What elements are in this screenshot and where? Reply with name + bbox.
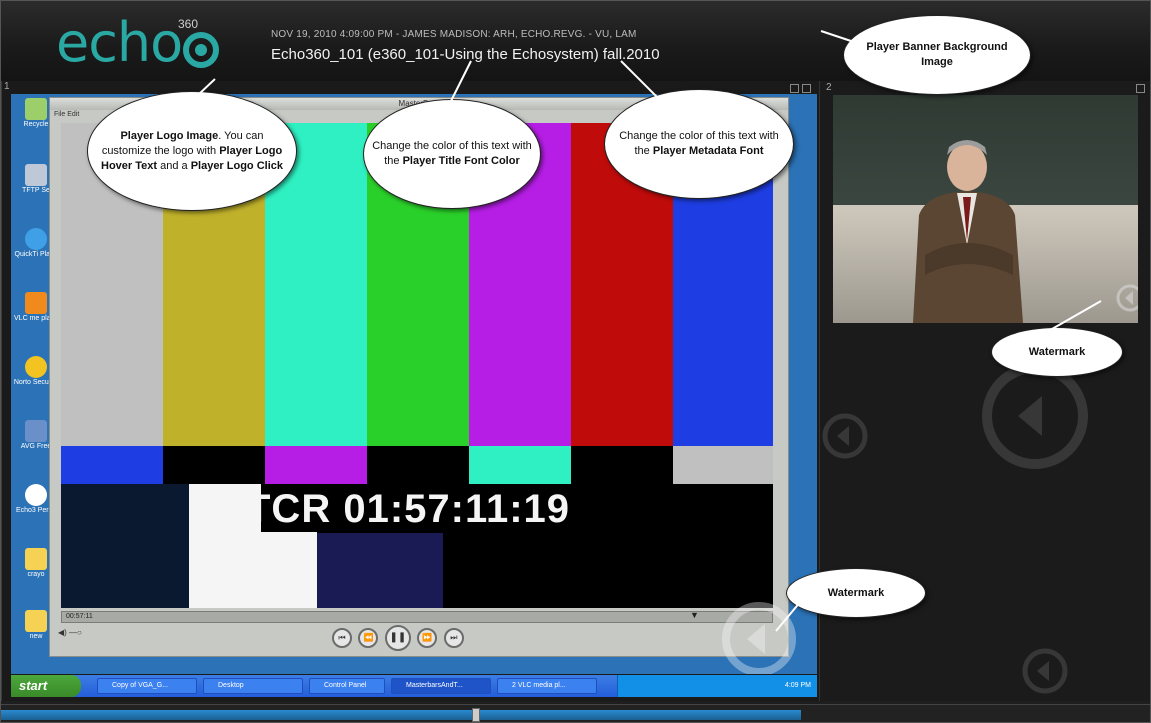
timeline-handle[interactable]	[472, 708, 480, 722]
timeline-progress	[1, 710, 801, 720]
callout-pointers	[180, 30, 1102, 632]
playback-timeline[interactable]	[1, 704, 1150, 722]
echo360-player: echo 360 NOV 19, 2010 4:09:00 PM - JAMES…	[0, 0, 1151, 723]
